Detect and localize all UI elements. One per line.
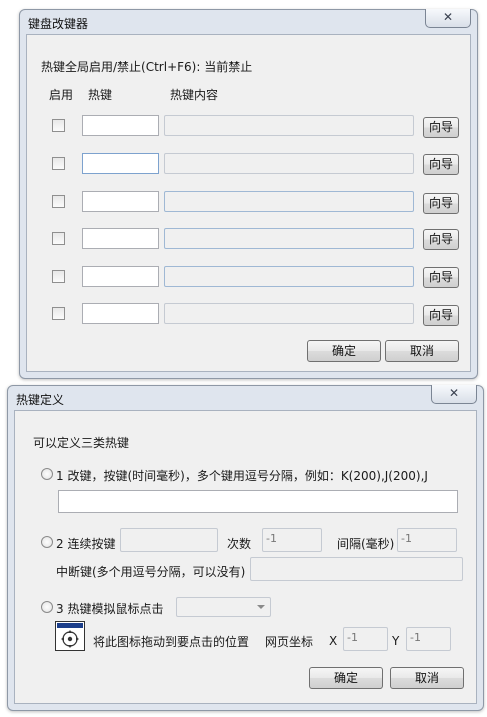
cancel-button[interactable]: 取消 xyxy=(390,667,464,689)
enable-checkbox[interactable] xyxy=(52,157,65,170)
window-client-area: 热键全局启用/禁止(Ctrl+F6): 当前禁止 启用 热键 热键内容 向导 向… xyxy=(26,34,471,372)
hotkey-input[interactable] xyxy=(82,228,159,249)
interval-label: 间隔(毫秒) xyxy=(337,537,395,551)
hotkey-content-field xyxy=(164,228,414,249)
wizard-button[interactable]: 向导 xyxy=(423,193,459,214)
count-label: 次数 xyxy=(227,537,252,551)
column-header-hotkey: 热键 xyxy=(88,88,113,102)
hotkey-content-field xyxy=(164,115,414,136)
hotkey-content-field xyxy=(164,153,414,174)
wizard-button[interactable]: 向导 xyxy=(423,267,459,288)
hotkey-content-field xyxy=(164,303,414,324)
title-bar[interactable]: 热键定义 ✕ xyxy=(8,385,483,410)
close-icon: ✕ xyxy=(442,10,454,24)
key-sequence-input[interactable] xyxy=(58,490,458,513)
chevron-down-icon xyxy=(257,605,265,609)
close-button[interactable]: ✕ xyxy=(425,9,471,28)
enable-checkbox[interactable] xyxy=(52,232,65,245)
x-label: X xyxy=(329,634,338,648)
option1-radio[interactable] xyxy=(41,468,53,480)
hotkey-input[interactable] xyxy=(82,266,159,287)
hotkey-content-field xyxy=(164,266,414,287)
break-key-label: 中断键(多个用逗号分隔，可以没有) xyxy=(56,565,246,579)
hotkey-content-field xyxy=(164,191,414,212)
ok-button[interactable]: 确定 xyxy=(307,340,381,362)
window-client-area: 可以定义三类热键 1 改键，按键(时间毫秒)，多个键用逗号分隔，例如：K(200… xyxy=(14,410,477,704)
cancel-button[interactable]: 取消 xyxy=(385,340,459,362)
y-label: Y xyxy=(392,634,400,648)
global-toggle-status: 热键全局启用/禁止(Ctrl+F6): 当前禁止 xyxy=(41,60,253,74)
hotkey-remapper-window: 键盘改键器 ✕ 热键全局启用/禁止(Ctrl+F6): 当前禁止 启用 热键 热… xyxy=(19,9,478,379)
mouse-button-select xyxy=(176,597,271,617)
window-title: 键盘改键器 xyxy=(28,17,89,31)
crosshair-target-icon[interactable] xyxy=(55,621,85,651)
hotkey-input[interactable] xyxy=(82,191,159,212)
option1-label[interactable]: 1 改键，按键(时间毫秒)，多个键用逗号分隔，例如：K(200),J(200),… xyxy=(56,467,428,484)
drag-hint: 将此图标拖动到要点击的位置 xyxy=(93,635,250,649)
enable-checkbox[interactable] xyxy=(52,270,65,283)
interval-field: -1 xyxy=(397,528,457,552)
enable-checkbox[interactable] xyxy=(52,307,65,320)
hotkey-input[interactable] xyxy=(82,153,159,174)
continuous-key-field xyxy=(120,528,218,552)
count-field: -1 xyxy=(262,528,322,552)
hotkey-input[interactable] xyxy=(82,303,159,324)
hotkey-definition-window: 热键定义 ✕ 可以定义三类热键 1 改键，按键(时间毫秒)，多个键用逗号分隔，例… xyxy=(7,385,484,711)
title-bar[interactable]: 键盘改键器 ✕ xyxy=(20,9,477,34)
option3-label[interactable]: 3 热键模拟鼠标点击 xyxy=(56,600,163,617)
close-icon: ✕ xyxy=(448,386,460,400)
wizard-button[interactable]: 向导 xyxy=(423,305,459,326)
break-key-field xyxy=(250,557,463,581)
close-button[interactable]: ✕ xyxy=(431,385,477,404)
option2-radio[interactable] xyxy=(41,536,53,548)
ok-button[interactable]: 确定 xyxy=(309,667,383,689)
window-title: 热键定义 xyxy=(16,393,65,407)
wizard-button[interactable]: 向导 xyxy=(423,229,459,250)
x-coord-field: -1 xyxy=(343,627,388,651)
enable-checkbox[interactable] xyxy=(52,195,65,208)
wizard-button[interactable]: 向导 xyxy=(423,154,459,175)
hotkey-input[interactable] xyxy=(82,115,159,136)
column-header-enable: 启用 xyxy=(49,88,74,102)
enable-checkbox[interactable] xyxy=(52,119,65,132)
option3-radio[interactable] xyxy=(41,601,53,613)
y-coord-field: -1 xyxy=(406,627,451,651)
column-header-content: 热键内容 xyxy=(170,88,219,102)
wizard-button[interactable]: 向导 xyxy=(423,117,459,138)
option2-label[interactable]: 2 连续按键 xyxy=(56,535,115,552)
page-coord-label: 网页坐标 xyxy=(265,635,314,649)
section-heading: 可以定义三类热键 xyxy=(33,436,130,450)
